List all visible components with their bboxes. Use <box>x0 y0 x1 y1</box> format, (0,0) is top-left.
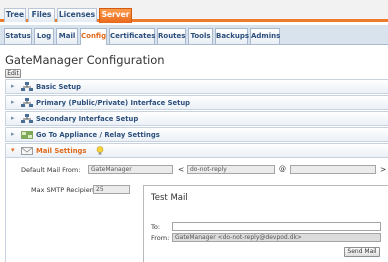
section-goto-appliance[interactable]: ▸ Go To Appliance / Relay Settings <box>5 127 388 142</box>
test-mail-from-field[interactable]: GateManager <do-not-reply@devpod.dk> <box>172 233 381 242</box>
server-icon <box>21 82 33 91</box>
section-primary-interface[interactable]: ▸ Primary (Public/Private) Interface Set… <box>5 95 388 110</box>
appliance-icon <box>21 131 33 139</box>
test-mail-to-label: To: <box>151 223 161 231</box>
tab-tools[interactable]: Tools <box>188 28 213 44</box>
section-label: Go To Appliance / Relay Settings <box>36 131 160 139</box>
tab-backups[interactable]: Backups <box>215 28 249 44</box>
mail-from-domain-field[interactable] <box>290 165 376 174</box>
section-mail-settings[interactable]: ▾ Mail Settings <box>5 143 388 158</box>
caret-right-icon: ▸ <box>11 114 15 122</box>
tab-status[interactable]: Status <box>4 28 32 44</box>
max-smtp-recipients-label: Max SMTP Recipients: <box>31 186 102 194</box>
tab-server[interactable]: Server <box>99 8 132 23</box>
send-mail-button[interactable]: Send Mail <box>344 247 380 257</box>
tab-routes[interactable]: Routes <box>157 28 186 44</box>
default-mail-from-label: Default Mail From: <box>21 166 81 174</box>
caret-right-icon: ▸ <box>11 98 15 106</box>
tab-config[interactable]: Config <box>80 28 107 45</box>
network-icon <box>21 114 33 123</box>
greater-than-symbol: > <box>380 165 387 174</box>
tab-admins[interactable]: Admins <box>250 28 280 44</box>
tab-log[interactable]: Log <box>34 28 54 44</box>
section-label: Secondary Interface Setup <box>36 115 139 123</box>
less-than-symbol: < <box>178 165 185 174</box>
mail-from-name-field[interactable]: GateManager <box>88 165 173 174</box>
test-mail-title: Test Mail <box>151 193 188 203</box>
test-mail-from-label: From: <box>151 234 170 242</box>
network-icon <box>21 98 33 107</box>
caret-right-icon: ▸ <box>11 82 15 90</box>
top-tab-bar: Tree Files Licenses Server <box>0 0 388 23</box>
max-smtp-recipients-field[interactable]: 25 <box>93 185 130 194</box>
mail-icon <box>21 147 33 155</box>
mail-from-user-field[interactable]: do-not-reply <box>187 165 275 174</box>
caret-down-icon: ▾ <box>11 146 15 154</box>
section-secondary-interface[interactable]: ▸ Secondary Interface Setup <box>5 111 388 126</box>
tab-tree[interactable]: Tree <box>4 8 26 22</box>
at-symbol: @ <box>279 165 286 173</box>
tab-files[interactable]: Files <box>28 8 55 22</box>
page-title: GateManager Configuration <box>5 53 165 67</box>
tab-mail[interactable]: Mail <box>56 28 78 44</box>
sub-tab-bar: Status Log Mail Config Certificates Rout… <box>0 25 388 45</box>
tab-licenses[interactable]: Licenses <box>57 8 97 22</box>
section-label: Basic Setup <box>36 83 81 91</box>
test-mail-to-field[interactable] <box>172 222 381 231</box>
section-label: Mail Settings <box>36 147 87 155</box>
edit-button[interactable]: Edit <box>5 69 21 78</box>
caret-right-icon: ▸ <box>11 130 15 138</box>
lightbulb-icon[interactable] <box>96 146 104 156</box>
tab-certificates[interactable]: Certificates <box>109 28 155 44</box>
section-basic-setup[interactable]: ▸ Basic Setup <box>5 79 388 94</box>
section-label: Primary (Public/Private) Interface Setup <box>36 99 191 107</box>
test-mail-box: Test Mail To: From: GateManager <do-not-… <box>143 185 388 262</box>
